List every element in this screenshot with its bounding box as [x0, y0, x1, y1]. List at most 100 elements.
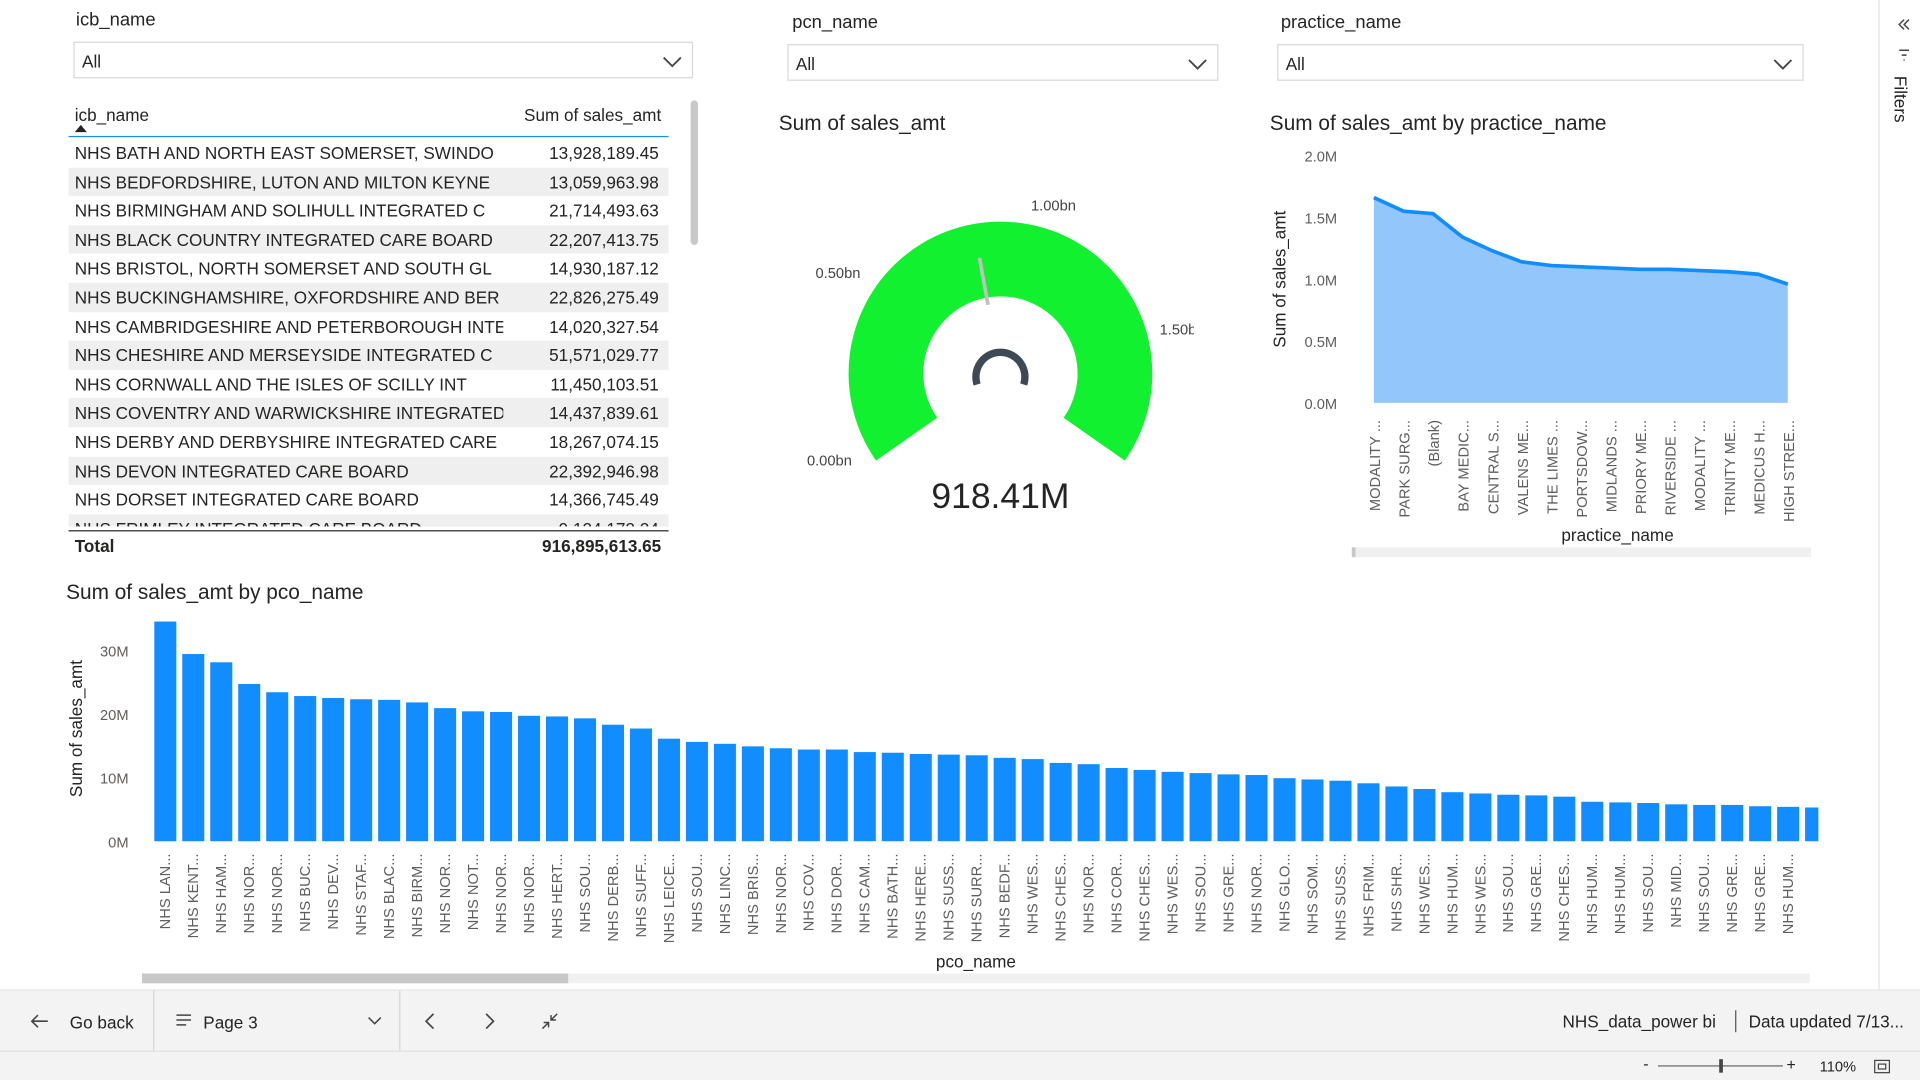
y-tick-label: 10M	[100, 772, 129, 788]
gauge-q1-label: 0.50bn	[816, 266, 861, 282]
x-tick-label: NHS BUC...	[298, 853, 314, 931]
gauge-visual[interactable]: 0.00bn 0.50bn 1.00bn 1.50bn 918.41M	[802, 122, 1194, 526]
chevron-left-icon[interactable]	[422, 1013, 437, 1030]
filters-label: Filters	[1890, 75, 1911, 123]
bar	[797, 749, 820, 842]
column-header-icb-name[interactable]: icb_name	[75, 105, 149, 125]
zoom-slider[interactable]	[1657, 1059, 1783, 1073]
total-value: 916,895,613.65	[542, 536, 662, 556]
bar	[182, 654, 205, 842]
cell-icb-name: NHS BLACK COUNTRY INTEGRATED CARE BOARD	[74, 229, 493, 250]
table-row[interactable]: NHS BIRMINGHAM AND SOLIHULL INTEGRATED C…	[69, 196, 669, 225]
cell-sales-amt: 14,437,839.61	[549, 403, 659, 423]
table-row[interactable]: NHS BEDFORDSHIRE, LUTON AND MILTON KEYNE…	[68, 167, 669, 197]
fit-page-icon[interactable]	[1873, 1059, 1891, 1074]
go-back-button[interactable]: Go back	[20, 1003, 152, 1040]
x-tick-label: RIVERSIDE ...	[1664, 420, 1680, 516]
cell-icb-name: NHS CORNWALL AND THE ISLES OF SCILLY INT	[74, 374, 467, 395]
bar	[462, 711, 485, 842]
bar	[657, 738, 680, 842]
table-row[interactable]: NHS BUCKINGHAMSHIRE, OXFORDSHIRE AND BER…	[68, 282, 669, 312]
table-scrollbar[interactable]	[690, 100, 698, 245]
table-row[interactable]: NHS DORSET INTEGRATED CARE BOARD 14,366,7…	[69, 485, 669, 514]
cell-icb-name: NHS BIRMINGHAM AND SOLIHULL INTEGRATED C	[74, 201, 486, 221]
cell-icb-name: NHS BATH AND NORTH EAST SOMERSET, SWINDO	[74, 143, 494, 163]
bar-chart-scrollbar[interactable]	[142, 973, 1810, 984]
table-row[interactable]: NHS CHESHIRE AND MERSEYSIDE INTEGRATED C…	[68, 340, 669, 370]
bar	[518, 715, 541, 842]
bar	[1749, 806, 1772, 842]
cell-sales-amt: 13,928,189.45	[549, 143, 659, 163]
bar	[1721, 804, 1744, 842]
bar	[1441, 792, 1464, 842]
table-row[interactable]: NHS CAMBRIDGESHIRE AND PETERBOROUGH INTE…	[69, 312, 669, 341]
cell-sales-amt: 14,930,187.12	[549, 258, 659, 279]
table-row[interactable]: NHS BRISTOL, NORTH SOMERSET AND SOUTH GL…	[69, 254, 669, 283]
filters-pane[interactable]: Filters	[1878, 0, 1920, 990]
bar	[937, 754, 960, 842]
bar	[294, 696, 317, 842]
x-tick-label: NHS HERT...	[550, 853, 566, 938]
bar	[769, 748, 792, 842]
x-tick-label: NHS NOT...	[466, 853, 482, 930]
table-row[interactable]: NHS DERBY AND DERBYSHIRE INTEGRATED CARE…	[69, 427, 669, 456]
bar	[993, 757, 1016, 842]
area-chart[interactable]: 0.0M 0.5M 1.0M 1.5M 2.0M MODALITY ... PARK SUR…	[1261, 135, 1824, 564]
bar	[546, 716, 569, 842]
x-tick-label: CENTRAL S...	[1486, 420, 1502, 514]
x-tick-label: BAY MEDIC...	[1457, 420, 1473, 512]
y-tick-label: 20M	[100, 708, 129, 724]
pcn-name-dropdown[interactable]: All	[787, 44, 1219, 81]
cell-icb-name: NHS FRIMLEY INTEGRATED CARE BOARD	[75, 519, 504, 527]
x-tick-label: NHS GRE...	[1529, 853, 1545, 932]
x-tick-label: NHS LAN...	[158, 853, 174, 929]
cell-icb-name: NHS CAMBRIDGESHIRE AND PETERBOROUGH INTE	[74, 316, 504, 337]
table-row[interactable]: NHS COVENTRY AND WARWICKSHIRE INTEGRATED…	[68, 398, 669, 428]
gauge-center-icon	[972, 348, 1029, 386]
x-tick-label: NHS SOU...	[1501, 853, 1517, 932]
bar	[1525, 795, 1548, 842]
x-tick-label: NHS SUSS...	[942, 853, 958, 940]
chevron-down-icon	[1188, 59, 1207, 70]
x-tick-label: NHS SOU...	[1697, 853, 1713, 932]
bar	[238, 683, 261, 842]
area-fill	[1373, 197, 1788, 403]
page-selector[interactable]: Page 3	[171, 1003, 387, 1040]
table-row[interactable]: NHS DEVON INTEGRATED CARE BOARD 22,392,94…	[68, 456, 669, 486]
x-tick-label: NHS HUM...	[1781, 853, 1797, 934]
column-header-sales[interactable]: Sum of sales_amt	[524, 105, 661, 125]
slicer-practice-name: practice_name All	[1277, 12, 1804, 85]
report-canvas: icb_name All pcn_name All practice_name …	[0, 0, 1920, 1080]
x-tick-label: NHS GRE...	[1725, 853, 1741, 932]
zoom-in-button[interactable]: +	[1787, 1056, 1796, 1074]
area-chart-scrollbar[interactable]	[1351, 547, 1812, 558]
zoom-out-button[interactable]: -	[1643, 1054, 1648, 1072]
separator	[1735, 1010, 1737, 1033]
table-row[interactable]: NHS BLACK COUNTRY INTEGRATED CARE BOARD 2…	[68, 225, 669, 254]
table-row[interactable]: NHS FRIMLEY INTEGRATED CARE BOARD 9,124,1…	[68, 514, 669, 527]
bar	[490, 711, 513, 842]
y-tick-label: 0.0M	[1304, 397, 1337, 413]
x-tick-label: NHS HUM...	[1585, 853, 1601, 934]
bar	[1161, 771, 1184, 842]
table-row[interactable]: NHS BATH AND NORTH EAST SOMERSET, SWINDO…	[69, 138, 669, 167]
x-tick-label: NHS HERE...	[914, 853, 930, 941]
y-axis-title: Sum of sales_amt	[1270, 210, 1290, 347]
bar	[601, 724, 625, 842]
bar	[322, 697, 345, 842]
collapse-icon[interactable]	[541, 1013, 558, 1030]
x-tick-label: NHS GRE...	[1753, 853, 1769, 932]
x-tick-label: NHS CHES...	[1054, 853, 1070, 941]
bar-chart[interactable]: 0M 10M 20M 30M NHS LAN... NHS KENT... NHS HAM.…	[55, 606, 1819, 979]
x-tick-label: NHS WES...	[1165, 853, 1181, 934]
chevron-right-icon[interactable]	[482, 1013, 497, 1030]
practice-name-dropdown[interactable]: All	[1277, 44, 1804, 81]
scrollbar-thumb[interactable]	[142, 973, 569, 984]
x-tick-label: NHS NOR...	[242, 853, 258, 933]
y-axis-title: Sum of sales_amt	[66, 660, 86, 797]
zoom-slider-thumb[interactable]	[1719, 1059, 1723, 1073]
icb-name-dropdown[interactable]: All	[73, 41, 694, 79]
x-tick-label: NHS SOM...	[1305, 853, 1321, 934]
collapse-pane-icon[interactable]	[1897, 17, 1912, 32]
table-row[interactable]: NHS CORNWALL AND THE ISLES OF SCILLY INT…	[69, 370, 669, 399]
